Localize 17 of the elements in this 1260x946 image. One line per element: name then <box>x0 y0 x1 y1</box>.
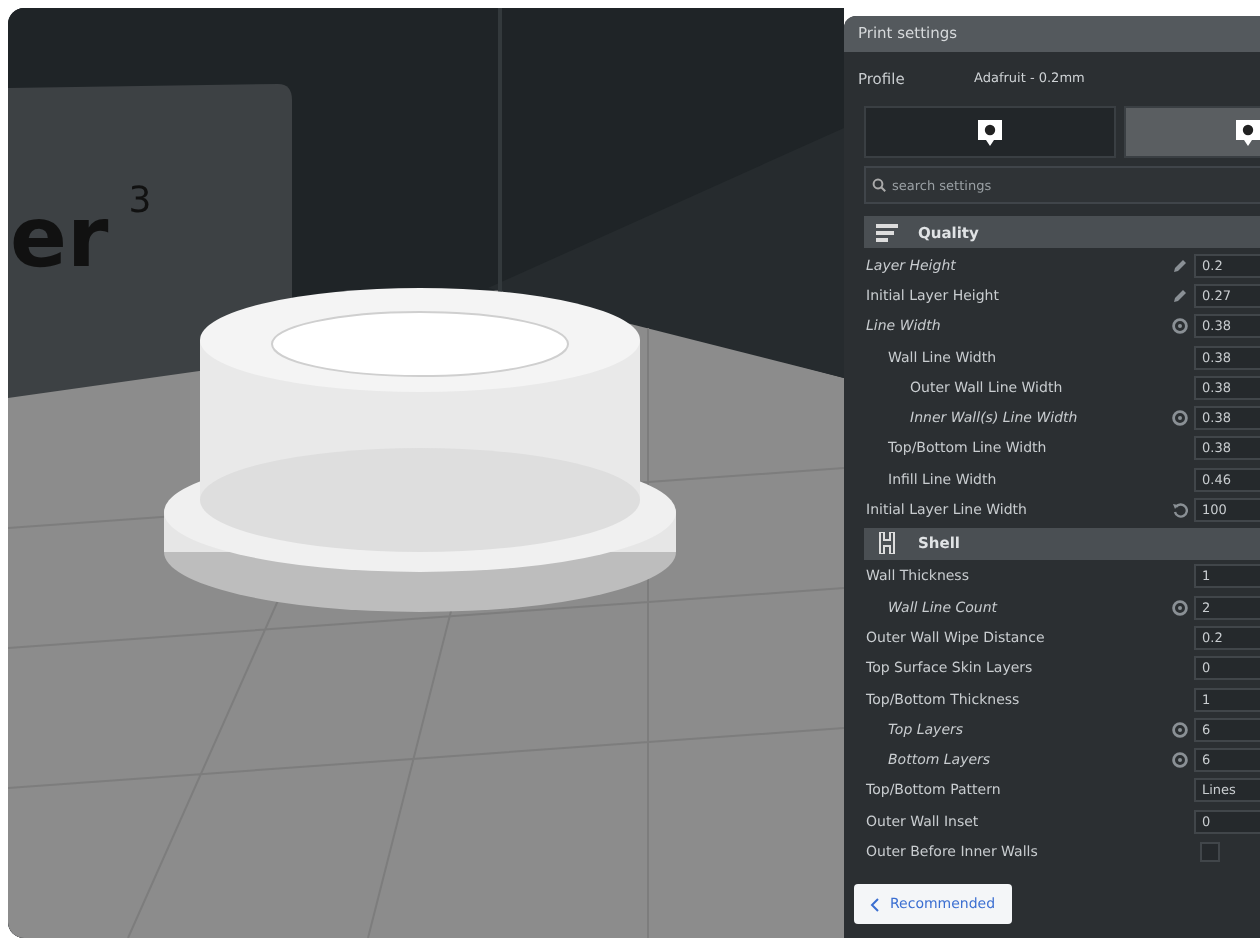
reset-icon[interactable] <box>1172 502 1188 519</box>
linked-setting-icon[interactable] <box>1172 410 1188 427</box>
linked-setting-icon[interactable] <box>1172 752 1188 769</box>
extruder-tab[interactable] <box>864 106 1116 158</box>
linked-setting-icon[interactable] <box>1172 599 1188 616</box>
linked-setting-icon[interactable] <box>1172 318 1188 335</box>
search-icon <box>872 178 886 192</box>
extruder-icon <box>976 117 1004 147</box>
pencil-icon[interactable] <box>1172 287 1188 304</box>
extruder-icon <box>1234 117 1260 147</box>
linked-setting-icon[interactable] <box>1172 721 1188 738</box>
back-chevron-icon <box>870 897 880 911</box>
bracket-icon <box>876 532 898 555</box>
setting-checkbox[interactable] <box>1200 841 1220 862</box>
lines-icon <box>876 221 898 243</box>
extruder-tab[interactable] <box>1124 106 1260 158</box>
pencil-icon[interactable] <box>1172 257 1188 274</box>
